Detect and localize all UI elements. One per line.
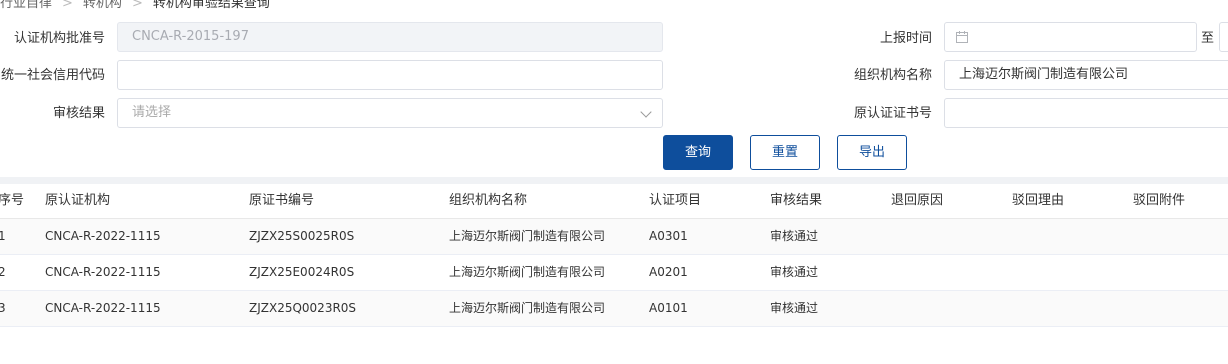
results-table: 序号 原认证机构 原证书编号 组织机构名称 认证项目 审核结果 退回原因 驳回理… — [0, 184, 1228, 327]
orig-cert-no-cell: ZJZX25S0025R0S — [249, 229, 355, 243]
approval-no-input: CNCA-R-2015-197 — [117, 22, 663, 52]
report-time-end-input[interactable] — [1219, 22, 1228, 52]
review-result-placeholder: 请选择 — [132, 105, 172, 120]
reset-button[interactable]: 重置 — [750, 135, 820, 170]
table-row[interactable]: 3 CNCA-R-2022-1115 ZJZX25Q0023R0S 上海迈尔斯阀… — [0, 291, 1228, 327]
org-name-cell: 上海迈尔斯阀门制造有限公司 — [449, 301, 606, 315]
org-name-input[interactable]: 上海迈尔斯阀门制造有限公司 — [944, 60, 1228, 90]
review-result-label: 审核结果 — [52, 106, 105, 121]
table-row[interactable]: 1 CNCA-R-2022-1115 ZJZX25S0025R0S 上海迈尔斯阀… — [0, 219, 1228, 255]
chevron-down-icon — [640, 106, 652, 118]
review-result-select[interactable]: 请选择 — [117, 98, 663, 128]
credit-code-input[interactable] — [117, 60, 663, 90]
approval-no-label: 认证机构批准号 — [13, 31, 105, 46]
orig-cert-org-cell: CNCA-R-2022-1115 — [45, 265, 161, 279]
breadcrumb-current: 转机构审验结果查询 — [152, 0, 270, 11]
report-time-label: 上报时间 — [879, 31, 932, 46]
review-result-cell: 审核通过 — [770, 229, 819, 243]
column-header: 驳回理由 — [1012, 193, 1065, 208]
cert-project-cell: A0301 — [649, 229, 688, 243]
column-header: 认证项目 — [649, 193, 702, 208]
orig-cert-no-input[interactable] — [944, 98, 1228, 128]
cert-project-cell: A0101 — [649, 301, 688, 315]
row-index: 2 — [0, 265, 6, 279]
column-header: 序号 — [0, 193, 25, 208]
credit-code-label: 统一社会信用代码 — [0, 68, 105, 83]
org-name-cell: 上海迈尔斯阀门制造有限公司 — [449, 229, 606, 243]
orig-cert-org-cell: CNCA-R-2022-1115 — [45, 229, 161, 243]
orig-cert-org-cell: CNCA-R-2022-1115 — [45, 301, 161, 315]
cert-project-cell: A0201 — [649, 265, 688, 279]
row-index: 1 — [0, 229, 6, 243]
org-name-cell: 上海迈尔斯阀门制造有限公司 — [449, 265, 606, 279]
column-header: 驳回附件 — [1133, 193, 1186, 208]
table-row[interactable]: 2 CNCA-R-2022-1115 ZJZX25E0024R0S 上海迈尔斯阀… — [0, 255, 1228, 291]
column-header: 原证书编号 — [249, 193, 315, 208]
export-button[interactable]: 导出 — [837, 135, 907, 170]
column-header: 退回原因 — [891, 193, 944, 208]
orig-cert-no-label: 原认证证书号 — [853, 106, 932, 121]
orig-cert-no-cell: ZJZX25E0024R0S — [249, 265, 355, 279]
column-header: 组织机构名称 — [449, 193, 528, 208]
report-time-start-input[interactable] — [944, 22, 1197, 52]
breadcrumb-item[interactable]: 行业自律 — [0, 0, 52, 11]
review-result-cell: 审核通过 — [770, 301, 819, 315]
section-divider — [0, 177, 1228, 184]
row-index: 3 — [0, 301, 6, 315]
column-header: 原认证机构 — [45, 193, 111, 208]
column-header: 审核结果 — [770, 193, 823, 208]
breadcrumb: 行业自律 > 转机构 > 转机构审验结果查询 — [0, 0, 270, 11]
breadcrumb-item[interactable]: 转机构 — [83, 0, 122, 11]
report-time-to-label: 至 — [1201, 31, 1215, 46]
orig-cert-no-cell: ZJZX25Q0023R0S — [249, 301, 357, 315]
calendar-icon — [956, 31, 968, 43]
org-name-label: 组织机构名称 — [853, 68, 932, 83]
breadcrumb-separator: > — [62, 0, 73, 11]
table-header: 序号 原认证机构 原证书编号 组织机构名称 认证项目 审核结果 退回原因 驳回理… — [0, 184, 1228, 219]
query-button[interactable]: 查询 — [663, 135, 733, 170]
breadcrumb-separator: > — [131, 0, 143, 11]
review-result-cell: 审核通过 — [770, 265, 819, 279]
